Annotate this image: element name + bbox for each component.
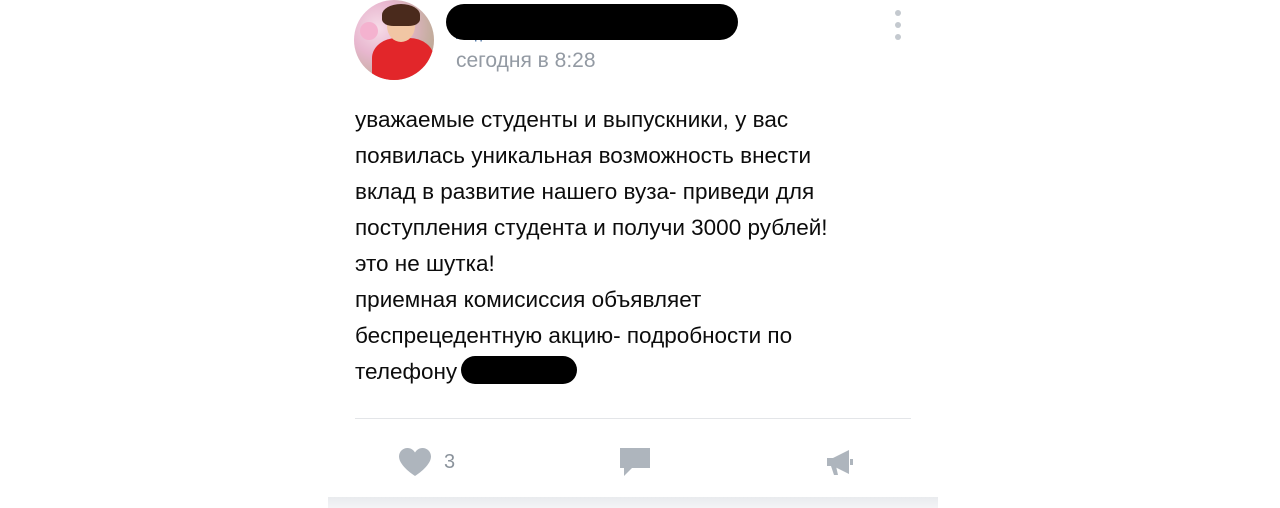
author-name-redaction bbox=[446, 4, 738, 40]
avatar-flower bbox=[360, 22, 378, 40]
post-text-line: беспрецедентную акцию- подробности по bbox=[355, 323, 793, 348]
like-count: 3 bbox=[444, 450, 456, 473]
screenshot: Люд сегодня в 8:28 уважаемые студенты и … bbox=[0, 0, 1280, 508]
like-button[interactable]: 3 bbox=[398, 446, 455, 478]
post-text-line: это не шутка! bbox=[355, 251, 495, 276]
heart-icon bbox=[399, 448, 431, 476]
post-text-line-last: телефону bbox=[355, 354, 915, 390]
comment-icon bbox=[620, 448, 650, 476]
avatar-shirt bbox=[372, 38, 434, 80]
post-text-line: вклад в развитие нашего вуза- приведи дл… bbox=[355, 179, 815, 204]
menu-dot bbox=[895, 22, 901, 28]
post-text: уважаемые студенты и выпускники, у вас п… bbox=[355, 102, 915, 390]
comment-button[interactable] bbox=[618, 446, 652, 478]
post-text-phone-label: телефону bbox=[355, 359, 458, 384]
actions-divider bbox=[355, 418, 911, 419]
post-timestamp[interactable]: сегодня в 8:28 bbox=[456, 49, 596, 73]
post-text-line: появилась уникальная возможность внести bbox=[355, 143, 812, 168]
card-bottom-edge bbox=[328, 497, 938, 508]
post-text-line: уважаемые студенты и выпускники, у вас bbox=[355, 107, 789, 132]
post-card: Люд сегодня в 8:28 уважаемые студенты и … bbox=[328, 0, 938, 508]
avatar-hair bbox=[382, 4, 420, 26]
phone-redaction bbox=[461, 356, 578, 385]
megaphone-icon bbox=[827, 450, 853, 475]
share-button[interactable] bbox=[825, 446, 855, 478]
menu-dot bbox=[895, 34, 901, 40]
avatar[interactable] bbox=[354, 0, 434, 80]
more-vertical-icon[interactable] bbox=[892, 10, 904, 40]
menu-dot bbox=[895, 10, 901, 16]
post-text-line: поступления студента и получи 3000 рубле… bbox=[355, 215, 828, 240]
post-text-line: приемная комисиссия объявляет bbox=[355, 287, 702, 312]
